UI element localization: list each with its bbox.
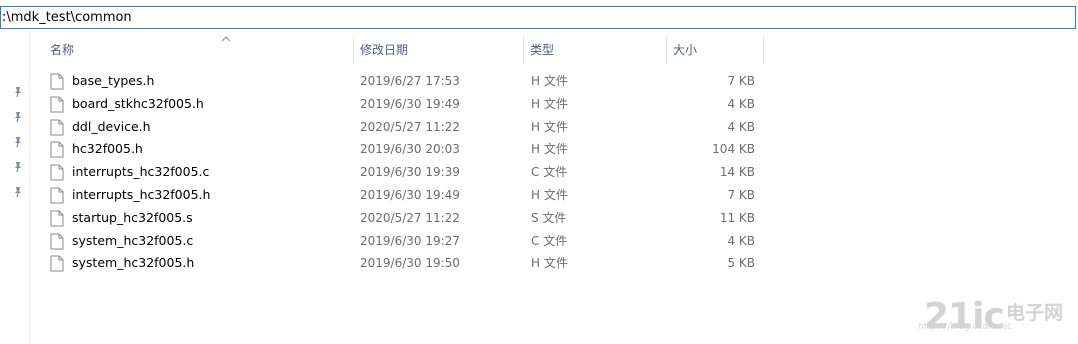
file-date: 2019/6/30 20:03 (360, 142, 460, 157)
document-icon (50, 96, 64, 113)
file-size: 14 KB (719, 165, 755, 180)
watermark-brand: 电子网 (1006, 302, 1064, 324)
file-size: 4 KB (727, 96, 755, 111)
file-row[interactable]: interrupts_hc32f005.h 2019/6/30 19:49 H … (30, 184, 1078, 207)
pin-icon[interactable] (12, 111, 24, 123)
file-date: 2020/5/27 11:22 (360, 210, 460, 225)
file-date: 2019/6/30 19:49 (360, 187, 460, 202)
file-date: 2019/6/30 19:49 (360, 96, 460, 111)
file-date: 2019/6/30 19:27 (360, 233, 460, 248)
address-path: :\mdk_test\common (2, 10, 132, 25)
file-type: C 文件 (531, 233, 568, 248)
column-header: 名称 修改日期 类型 大小 (30, 36, 1078, 64)
document-icon (50, 233, 64, 250)
document-icon (50, 164, 64, 181)
file-list: base_types.h 2019/6/27 17:53 H 文件 7 KB b… (30, 70, 1078, 275)
file-date: 2019/6/30 19:50 (360, 256, 460, 271)
file-type: S 文件 (531, 210, 567, 225)
pin-icon[interactable] (12, 186, 24, 198)
watermark-url: https://blog.csdn.net (918, 322, 1012, 332)
column-name-label: 名称 (50, 43, 75, 57)
file-size: 7 KB (727, 187, 755, 202)
document-icon (50, 141, 64, 158)
file-size: 11 KB (719, 210, 755, 225)
file-name: hc32f005.h (72, 141, 143, 157)
column-name[interactable]: 名称 (44, 36, 354, 64)
column-date-label: 修改日期 (360, 43, 409, 57)
file-name: startup_hc32f005.s (72, 209, 193, 225)
document-icon (50, 73, 64, 90)
file-type: H 文件 (531, 256, 568, 271)
pin-icon[interactable] (12, 136, 24, 148)
column-type-label: 类型 (530, 43, 555, 57)
file-size: 5 KB (727, 256, 755, 271)
file-size: 4 KB (727, 119, 755, 134)
file-type: H 文件 (531, 142, 568, 157)
file-size: 7 KB (727, 74, 755, 88)
file-type: H 文件 (531, 187, 568, 202)
file-name: interrupts_hc32f005.c (72, 164, 210, 180)
file-type: C 文件 (531, 165, 568, 180)
file-row[interactable]: board_stkhc32f005.h 2019/6/30 19:49 H 文件… (30, 93, 1078, 116)
file-type: H 文件 (531, 96, 568, 111)
document-icon (50, 255, 64, 272)
file-row[interactable]: interrupts_hc32f005.c 2019/6/30 19:39 C … (30, 161, 1078, 184)
file-name: base_types.h (72, 73, 155, 88)
file-name: interrupts_hc32f005.h (72, 186, 211, 202)
watermark: 21ic 电子网 https://blog.csdn.net (918, 296, 1076, 342)
file-row[interactable]: system_hc32f005.h 2019/6/30 19:50 H 文件 5… (30, 252, 1078, 275)
file-row[interactable]: hc32f005.h 2019/6/30 20:03 H 文件 104 KB (30, 138, 1078, 161)
document-icon (50, 187, 64, 204)
pin-icon[interactable] (12, 86, 24, 98)
file-row[interactable]: system_hc32f005.c 2019/6/30 19:27 C 文件 4… (30, 230, 1078, 253)
column-size[interactable]: 大小 (667, 36, 764, 64)
file-name: ddl_device.h (72, 118, 151, 134)
column-type[interactable]: 类型 (524, 36, 667, 64)
file-size: 4 KB (727, 233, 755, 248)
document-icon (50, 119, 64, 136)
file-row[interactable]: ddl_device.h 2020/5/27 11:22 H 文件 4 KB (30, 116, 1078, 139)
file-row[interactable]: startup_hc32f005.s 2020/5/27 11:22 S 文件 … (30, 207, 1078, 230)
quick-access-strip (0, 30, 30, 344)
document-icon (50, 210, 64, 227)
pin-icon[interactable] (12, 161, 24, 173)
file-name: board_stkhc32f005.h (72, 95, 204, 111)
file-date: 2020/5/27 11:22 (360, 119, 460, 134)
file-size: 104 KB (712, 142, 755, 157)
address-bar[interactable]: :\mdk_test\common (0, 6, 1076, 29)
column-size-label: 大小 (673, 43, 698, 57)
file-name: system_hc32f005.c (72, 232, 194, 248)
file-date: 2019/6/27 17:53 (360, 74, 460, 88)
file-name: system_hc32f005.h (72, 255, 195, 271)
column-date[interactable]: 修改日期 (354, 36, 524, 64)
file-date: 2019/6/30 19:39 (360, 165, 460, 180)
file-row[interactable]: base_types.h 2019/6/27 17:53 H 文件 7 KB (30, 70, 1078, 93)
file-type: H 文件 (531, 74, 568, 88)
file-type: H 文件 (531, 119, 568, 134)
